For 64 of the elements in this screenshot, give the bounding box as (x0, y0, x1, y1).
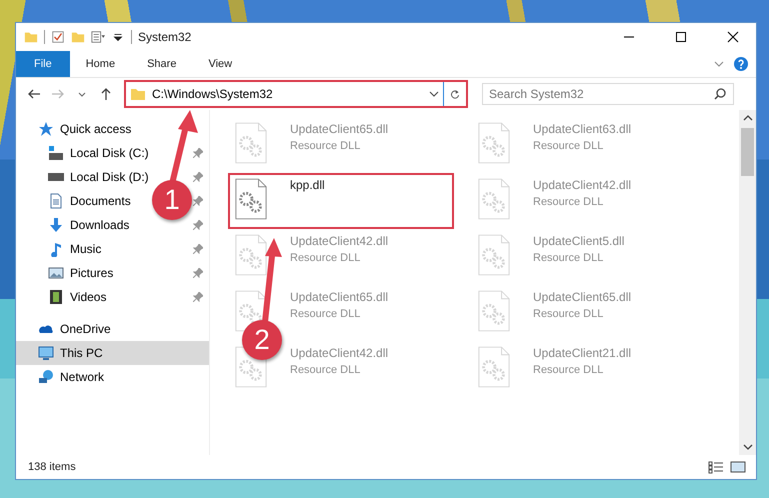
sidebar-item[interactable]: Pictures (16, 261, 209, 285)
film-icon (48, 289, 64, 305)
file-name[interactable]: kpp.dll (290, 178, 325, 192)
file-type: Resource DLL (533, 364, 604, 376)
monitor-icon (38, 345, 54, 361)
sidebar-item[interactable]: OneDrive (16, 317, 209, 341)
help-icon[interactable] (734, 57, 748, 71)
file-type: Resource DLL (533, 196, 604, 208)
ribbon-tab[interactable]: File (16, 51, 70, 77)
file-gear-icon (234, 178, 268, 220)
scroll-up-icon[interactable] (742, 113, 752, 123)
maximize-icon[interactable] (675, 31, 687, 43)
file-gear-icon (234, 122, 268, 164)
caret-icon[interactable] (429, 89, 439, 99)
pin-icon[interactable] (193, 268, 203, 278)
file-type: Resource DLL (533, 308, 604, 320)
details-view-icon[interactable] (708, 460, 724, 474)
file-type: Resource DLL (533, 252, 604, 264)
sidebar-item[interactable]: This PC (16, 341, 209, 365)
pin-icon[interactable] (193, 148, 203, 158)
file-gear-icon (477, 122, 511, 164)
download-arrow-icon (48, 217, 64, 233)
music-note-icon (48, 241, 64, 257)
ribbon-tab[interactable]: Share (131, 51, 192, 77)
network-icon (38, 369, 54, 385)
picture-icon (48, 265, 64, 281)
pin-icon[interactable] (193, 292, 203, 302)
sidebar-item[interactable]: Videos (16, 285, 209, 309)
scrollbar[interactable] (739, 110, 756, 455)
address-field[interactable]: C:\Windows\System32 (126, 82, 444, 106)
pin-icon[interactable] (193, 196, 203, 206)
item-count: 138 items (28, 461, 76, 473)
document-icon (48, 193, 64, 209)
file-type: Resource DLL (290, 308, 362, 320)
minimize-icon[interactable] (623, 36, 635, 38)
window-title: System32 (138, 30, 192, 44)
star-icon (38, 121, 54, 137)
sidebar-item[interactable]: Quick access (16, 117, 209, 141)
close-icon[interactable] (727, 31, 739, 43)
scroll-down-icon[interactable] (742, 442, 752, 452)
scroll-thumb[interactable] (741, 128, 754, 176)
file-type: Resource DLL (290, 140, 362, 152)
file-type: Resource DLL (290, 252, 362, 264)
refresh-icon[interactable] (450, 88, 460, 100)
pin-icon[interactable] (193, 220, 203, 230)
file-gear-icon (477, 290, 511, 332)
large-icons-view-icon[interactable] (730, 460, 746, 474)
checkmark-icon[interactable] (51, 30, 65, 44)
properties-icon[interactable] (91, 30, 105, 44)
file-gear-icon (477, 234, 511, 276)
ribbon-tab[interactable]: View (192, 51, 248, 77)
file-gear-icon (477, 178, 511, 220)
file-type: Resource DLL (290, 364, 362, 376)
file-type: Resource DLL (533, 140, 604, 152)
pin-icon[interactable] (193, 172, 203, 182)
sidebar-item[interactable]: Network (16, 365, 209, 389)
file-gear-icon (234, 234, 268, 276)
sidebar-item[interactable]: Local Disk (C:) (16, 141, 209, 165)
file-gear-icon (477, 346, 511, 388)
ribbon-tab[interactable]: Home (70, 51, 132, 77)
sidebar-item[interactable]: Music (16, 237, 209, 261)
drive-icon (48, 145, 64, 161)
search-field[interactable]: Search System32 (482, 83, 734, 105)
pin-icon[interactable] (193, 244, 203, 254)
